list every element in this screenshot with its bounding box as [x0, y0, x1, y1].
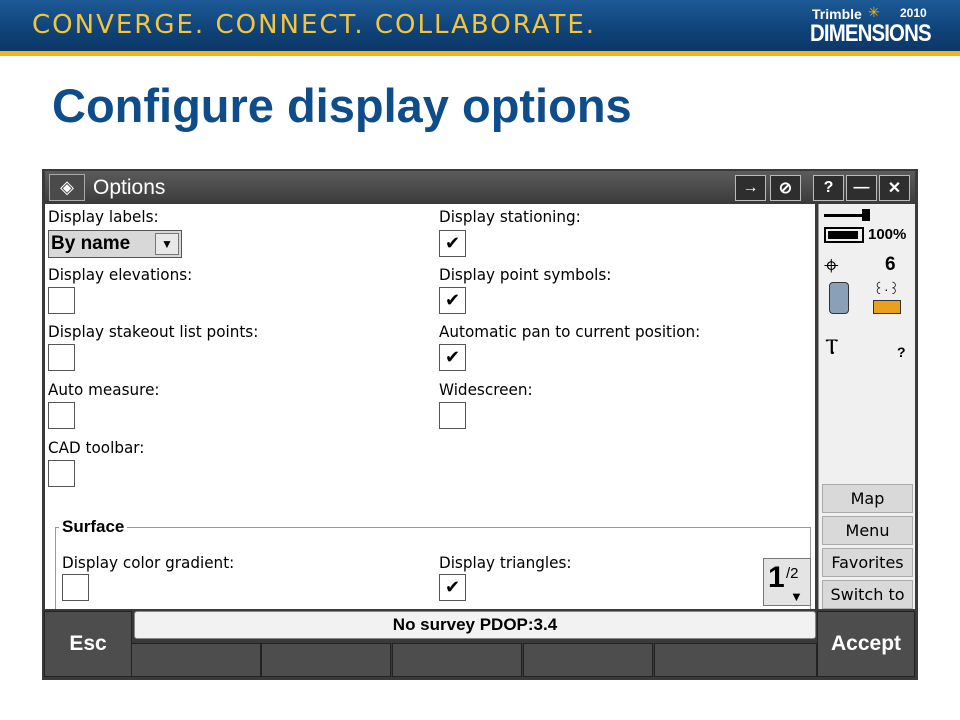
- display-color-gradient-label: Display color gradient:: [62, 553, 235, 572]
- logo-year: 2010: [900, 6, 927, 20]
- display-stakeout-checkbox[interactable]: [48, 344, 75, 371]
- prism-icon[interactable]: Ⲧ: [825, 334, 839, 360]
- favorites-button[interactable]: Favorites: [822, 548, 913, 577]
- satellite-icon[interactable]: ⌖: [824, 250, 839, 282]
- display-point-symbols-label: Display point symbols:: [439, 265, 612, 284]
- softkey-3[interactable]: [392, 643, 522, 677]
- auto-measure-label: Auto measure:: [48, 380, 160, 399]
- device-screen: ◈ Options → ⊘ ? — ✕ Display labels: By n…: [42, 169, 918, 680]
- display-point-symbols-checkbox[interactable]: ✔: [439, 287, 466, 314]
- automatic-pan-label: Automatic pan to current position:: [439, 322, 701, 341]
- display-triangles-checkbox[interactable]: ✔: [439, 574, 466, 601]
- header-banner: CONVERGE. CONNECT. COLLABORATE. Trimble …: [0, 0, 960, 56]
- minimize-button[interactable]: —: [846, 175, 877, 201]
- display-labels-label: Display labels:: [48, 207, 159, 226]
- chevron-down-icon: ▼: [790, 589, 803, 604]
- accept-button[interactable]: Accept: [817, 611, 915, 677]
- surface-legend: Surface: [59, 517, 128, 537]
- logo-spark-icon: ✳: [868, 4, 880, 20]
- widescreen-label: Widescreen:: [439, 380, 533, 399]
- automatic-pan-checkbox[interactable]: ✔: [439, 344, 466, 371]
- menu-button[interactable]: Menu: [822, 516, 913, 545]
- display-labels-value: By name: [51, 233, 131, 254]
- display-stationing-label: Display stationing:: [439, 207, 581, 226]
- receiver-icon[interactable]: [829, 282, 849, 314]
- chevron-down-icon[interactable]: ▼: [155, 233, 179, 255]
- window-titlebar: ◈ Options → ⊘ ? — ✕: [45, 171, 915, 204]
- options-form: Display labels: By name ▼ Display elevat…: [45, 204, 815, 609]
- antenna-icon: [824, 208, 874, 222]
- forward-button[interactable]: →: [735, 175, 766, 201]
- cad-toolbar-label: CAD toolbar:: [48, 438, 145, 457]
- satellite-count: 6: [885, 254, 896, 275]
- radio-icon[interactable]: ꒰·꒱: [873, 280, 900, 298]
- slide-title: Configure display options: [52, 79, 632, 132]
- logo-name: DIMENSIONS: [810, 20, 932, 47]
- banner-divider: [0, 51, 960, 56]
- softkey-4[interactable]: [523, 643, 653, 677]
- page-total: /2: [786, 565, 799, 582]
- widescreen-checkbox[interactable]: [439, 402, 466, 429]
- auto-measure-checkbox[interactable]: [48, 402, 75, 429]
- page-selector[interactable]: 1 /2 ▼: [763, 558, 811, 606]
- switch-to-button[interactable]: Switch to: [822, 580, 913, 609]
- softkey-1[interactable]: [131, 643, 261, 677]
- unknown-status: ?: [897, 344, 906, 360]
- radio-box-icon: [873, 300, 901, 314]
- close-button[interactable]: ✕: [879, 175, 910, 201]
- map-button[interactable]: Map: [822, 484, 913, 513]
- softkey-2[interactable]: [261, 643, 391, 677]
- status-bar: No survey PDOP:3.4: [134, 611, 816, 639]
- display-stationing-checkbox[interactable]: ✔: [439, 230, 466, 257]
- battery-level: 100%: [868, 226, 907, 243]
- window-title: Options: [93, 176, 166, 199]
- cancel-icon[interactable]: ⊘: [770, 175, 801, 201]
- banner-tagline: CONVERGE. CONNECT. COLLABORATE.: [32, 10, 597, 40]
- cad-toolbar-checkbox[interactable]: [48, 460, 75, 487]
- app-menu-icon[interactable]: ◈: [49, 174, 85, 201]
- display-elevations-label: Display elevations:: [48, 265, 193, 284]
- display-elevations-checkbox[interactable]: [48, 287, 75, 314]
- status-pane: 100% ⌖ 6 ꒰·꒱ Ⲧ ? Map Menu Favorites Swit…: [818, 204, 915, 609]
- display-triangles-label: Display triangles:: [439, 553, 572, 572]
- display-stakeout-label: Display stakeout list points:: [48, 322, 259, 341]
- display-color-gradient-checkbox[interactable]: [62, 574, 89, 601]
- page-number: 1: [768, 561, 785, 594]
- softkey-5[interactable]: [654, 643, 817, 677]
- help-button[interactable]: ?: [813, 175, 844, 201]
- esc-button[interactable]: Esc: [44, 611, 132, 677]
- display-labels-select[interactable]: By name ▼: [48, 230, 182, 258]
- battery-icon: [824, 227, 864, 243]
